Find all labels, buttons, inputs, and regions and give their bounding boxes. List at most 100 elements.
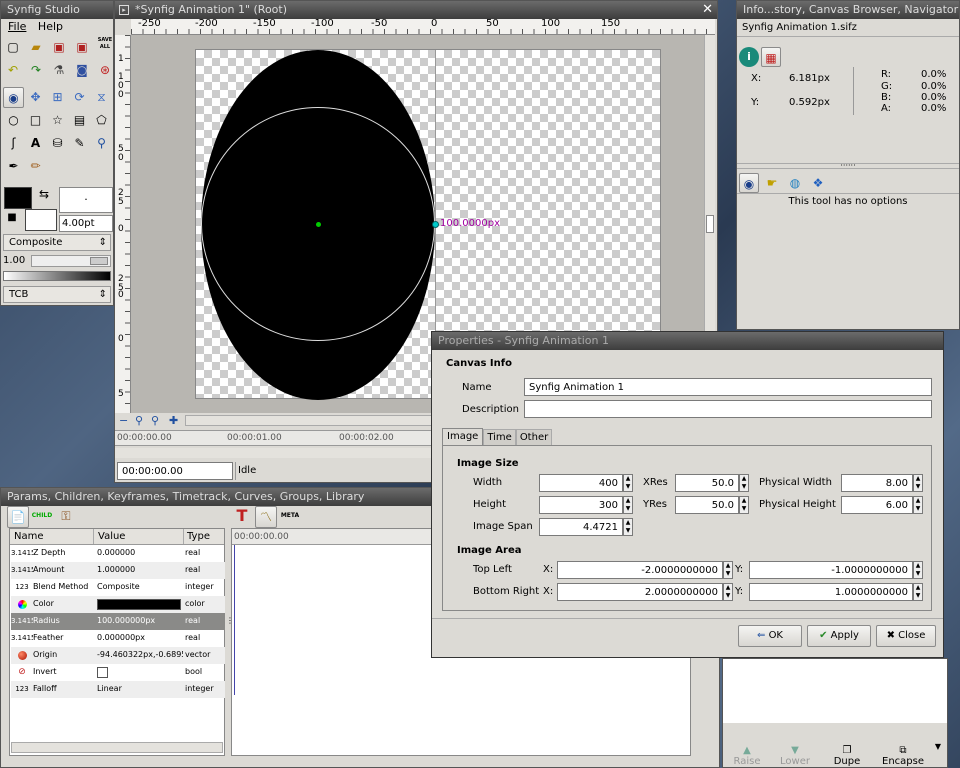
raise-layer-button[interactable]: ▲ Raise <box>723 745 771 767</box>
param-value[interactable]: Linear <box>93 681 183 698</box>
star-tool-icon[interactable]: ☆ <box>47 110 68 131</box>
blend-method-select[interactable]: Composite ⇕ <box>3 234 111 251</box>
toggle-grid-icon[interactable]: ✚ <box>169 414 178 427</box>
fill-color-swatch[interactable] <box>25 209 57 231</box>
more-arrow-icon[interactable]: ▼ <box>931 742 945 767</box>
header-value[interactable]: Value <box>94 529 184 544</box>
menu-help[interactable]: Help <box>38 20 63 33</box>
param-row[interactable]: ⊘ Invert bool <box>11 664 225 681</box>
fill-tool-icon[interactable]: ⛁ <box>47 133 68 154</box>
canvas-menu-icon[interactable]: ▸ <box>119 5 129 15</box>
height-spinner[interactable]: ▲ ▼ <box>623 496 633 514</box>
swap-colors-icon[interactable]: ⇆ <box>37 187 51 201</box>
layers-list[interactable] <box>723 659 947 723</box>
pane-splitter[interactable]: ⋮ <box>226 617 234 642</box>
render-icon[interactable]: ⚗ <box>49 60 69 80</box>
param-value[interactable]: 100.000000px <box>93 613 183 630</box>
zoom-in-icon[interactable]: ⚲ <box>151 414 159 427</box>
header-type[interactable]: Type <box>184 529 224 544</box>
param-value[interactable]: 0.000000px <box>93 630 183 647</box>
param-value[interactable]: 0.000000 <box>93 545 183 562</box>
tab-other[interactable]: Other <box>515 429 553 446</box>
save-all-icon[interactable]: SAVE ALL <box>95 37 115 57</box>
redo-icon[interactable]: ↷ <box>26 60 46 80</box>
height-input[interactable] <box>539 496 623 514</box>
param-value[interactable]: -94.460322px,-0.68956 <box>93 647 183 664</box>
properties-titlebar[interactable]: Properties - Synfig Animation 1 <box>432 332 943 350</box>
name-input[interactable] <box>524 378 932 396</box>
open-folder-icon[interactable]: ▰ <box>26 37 46 57</box>
curves-tab-icon[interactable]: 〽 <box>255 506 277 528</box>
yres-input[interactable] <box>675 496 739 514</box>
rectangle-tool-icon[interactable]: □ <box>25 110 46 131</box>
timetrack-tab-icon[interactable]: T <box>231 506 253 528</box>
bottom-right-y-input[interactable] <box>749 583 913 601</box>
info-titlebar[interactable]: Info...story, Canvas Browser, Navigator <box>737 1 959 19</box>
bottom-right-x-spinner[interactable]: ▲ ▼ <box>723 583 733 601</box>
close-icon[interactable]: ✕ <box>702 1 713 19</box>
param-row[interactable]: Origin -94.460322px,-0.68956 vector <box>11 647 225 664</box>
draw-tool-icon[interactable]: ✒ <box>3 156 24 177</box>
params-hscrollbar[interactable] <box>11 742 223 753</box>
param-value[interactable]: Composite <box>93 579 183 596</box>
top-left-y-input[interactable] <box>749 561 913 579</box>
sketch-tool-icon[interactable]: ✏ <box>25 156 46 177</box>
zoom-out-icon[interactable]: − <box>119 414 128 427</box>
physical-width-input[interactable] <box>841 474 913 492</box>
save-as-icon[interactable]: ▣ <box>72 37 92 57</box>
ok-button[interactable]: ⇐ OK <box>738 625 802 647</box>
bottom-right-y-spinner[interactable]: ▲ ▼ <box>913 583 923 601</box>
gradient-tool-icon[interactable]: ▤ <box>69 110 90 131</box>
dupe-layer-button[interactable]: ❐ Dupe <box>819 745 875 767</box>
zoom-tool-icon[interactable]: ⚲ <box>91 133 112 154</box>
canvas-titlebar[interactable]: ▸ *Synfig Animation 1" (Root) ✕ <box>115 1 717 19</box>
lower-layer-button[interactable]: ▼ Lower <box>771 745 819 767</box>
info-icon[interactable]: i <box>739 47 759 67</box>
text-tool-icon[interactable]: A <box>25 133 46 154</box>
transform-tool-icon[interactable]: ◉ <box>3 87 24 108</box>
origin-handle[interactable] <box>316 222 321 227</box>
param-value[interactable]: 1.000000 <box>93 562 183 579</box>
toolbox-titlebar[interactable]: Synfig Studio <box>1 1 113 19</box>
encapsulate-button[interactable]: ⧉ Encapse <box>875 745 931 767</box>
tab-image[interactable]: Image <box>442 428 484 446</box>
yres-spinner[interactable]: ▲ ▼ <box>739 496 749 514</box>
description-input[interactable] <box>524 400 932 418</box>
bottom-right-x-input[interactable] <box>557 583 723 601</box>
zoom-fit-icon[interactable]: ⚲ <box>135 414 143 427</box>
physical-height-input[interactable] <box>841 496 913 514</box>
param-row-selected[interactable]: 3.1415 Radius 100.000000px real <box>11 613 225 630</box>
top-left-y-spinner[interactable]: ▲ ▼ <box>913 561 923 579</box>
interpolation-select[interactable]: TCB ⇕ <box>3 286 111 303</box>
xres-input[interactable] <box>675 474 739 492</box>
canvas-browser-icon[interactable]: ❖ <box>808 173 828 193</box>
top-left-x-spinner[interactable]: ▲ ▼ <box>723 561 733 579</box>
tool-options-icon[interactable]: ◉ <box>739 173 759 193</box>
opacity-slider-handle[interactable] <box>90 257 108 265</box>
new-file-icon[interactable]: ▢ <box>3 37 23 57</box>
info-file-tab[interactable]: Synfig Animation 1.sifz <box>737 19 959 37</box>
physical-height-spinner[interactable]: ▲ ▼ <box>913 496 923 514</box>
outline-color-swatch[interactable] <box>4 187 32 209</box>
preview-icon[interactable]: ◙ <box>72 60 92 80</box>
tab-time[interactable]: Time <box>483 429 516 446</box>
header-name[interactable]: Name <box>10 529 94 544</box>
navigator-icon[interactable]: ◍ <box>785 173 805 193</box>
children-tab-icon[interactable]: CHILD <box>31 506 53 528</box>
panel-divider-handle[interactable]: ······ <box>737 162 959 170</box>
undo-icon[interactable]: ↶ <box>3 60 23 80</box>
radius-handle[interactable] <box>432 221 439 228</box>
param-value-color[interactable] <box>93 596 183 613</box>
xres-spinner[interactable]: ▲ ▼ <box>739 474 749 492</box>
physical-width-spinner[interactable]: ▲ ▼ <box>913 474 923 492</box>
smooth-move-tool-icon[interactable]: ✥ <box>25 87 46 108</box>
param-row[interactable]: Color color <box>11 596 225 613</box>
image-span-spinner[interactable]: ▲ ▼ <box>623 518 633 536</box>
scale-tool-icon[interactable]: ⊞ <box>47 87 68 108</box>
keyframes-tab-icon[interactable]: ⚿ <box>55 506 77 528</box>
width-spinner[interactable]: ▲ ▼ <box>623 474 633 492</box>
spline-tool-icon[interactable]: ʃ <box>3 133 24 154</box>
help-lifebuoy-icon[interactable]: ⊛ <box>95 60 115 80</box>
meta-tab-icon[interactable]: META <box>279 506 301 528</box>
palette-icon[interactable]: ▦ <box>761 47 781 67</box>
